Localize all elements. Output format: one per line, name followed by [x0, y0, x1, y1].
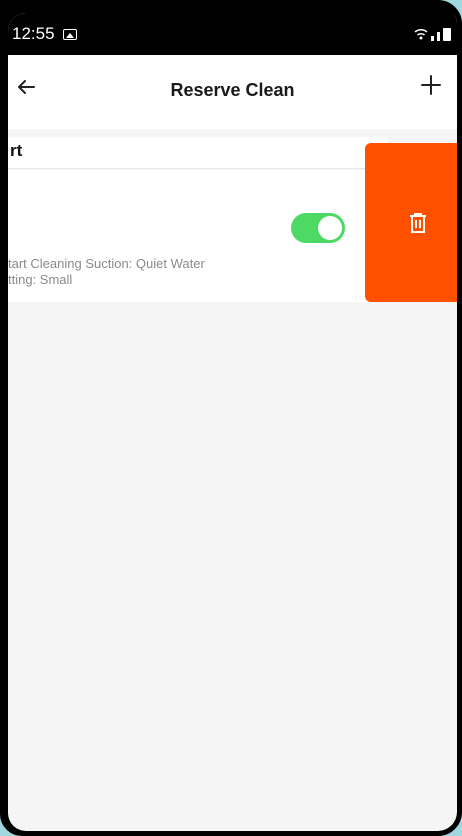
wifi-icon — [414, 28, 428, 40]
gallery-icon — [62, 28, 77, 40]
signal-icon — [437, 32, 440, 41]
section-label: rt — [8, 137, 388, 169]
status-bar: 12:55 — [8, 13, 457, 55]
page-title: Reserve Clean — [170, 80, 295, 100]
schedule-card[interactable]: tart Cleaning Suction: Quiet Water tting… — [8, 170, 368, 302]
description-line-2: tting: Small — [8, 272, 73, 287]
toggle-knob — [318, 216, 342, 240]
signal-icon — [431, 36, 434, 41]
phone-frame: 12:55 Reserve Clean rt tart Cleaning Suc… — [0, 0, 462, 836]
app-screen: 12:55 Reserve Clean rt tart Cleaning Suc… — [8, 13, 457, 831]
schedule-toggle[interactable] — [291, 213, 345, 243]
description-line-1: tart Cleaning Suction: Quiet Water — [8, 256, 205, 271]
app-header: Reserve Clean — [8, 55, 457, 129]
status-right — [414, 27, 451, 41]
status-left: 12:55 — [12, 24, 77, 44]
status-time: 12:55 — [12, 24, 55, 43]
delete-button[interactable] — [365, 143, 457, 302]
battery-icon — [443, 28, 451, 41]
schedule-description: tart Cleaning Suction: Quiet Water tting… — [8, 256, 308, 288]
trash-icon — [409, 212, 426, 233]
plus-icon[interactable] — [419, 73, 443, 97]
